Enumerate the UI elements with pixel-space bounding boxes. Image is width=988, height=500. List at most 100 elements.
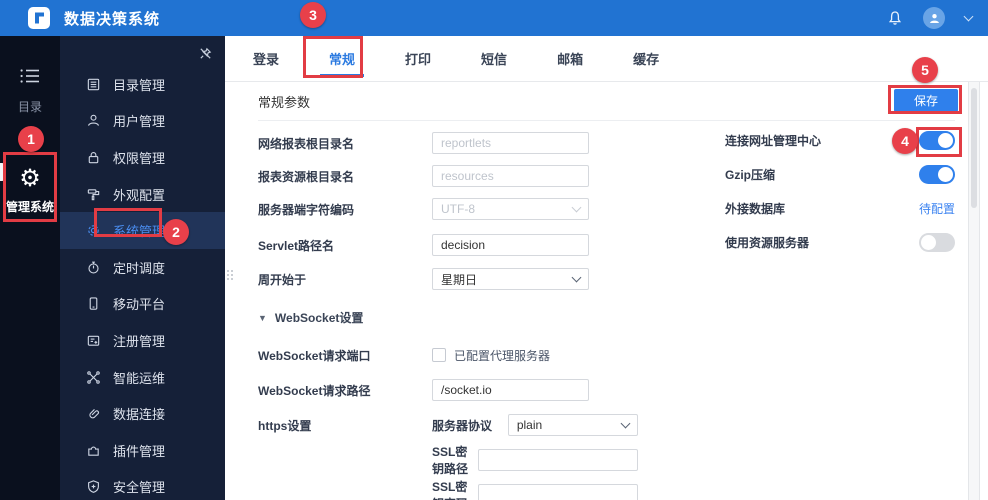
form-row-https-protocol: https设置 服务器协议 plain: [258, 414, 638, 436]
sidebar-pin-row: [60, 36, 225, 66]
websocket-path-input[interactable]: [432, 379, 589, 401]
sidebar-item-intelligent-ops[interactable]: 智能运维: [60, 359, 225, 396]
field-label: SSL密钥密码: [432, 480, 468, 500]
app-title: 数据决策系统: [64, 10, 161, 28]
chevron-down-icon: [571, 272, 582, 282]
scrollbar-thumb[interactable]: [971, 88, 977, 208]
ssl-key-password-input[interactable]: [478, 484, 638, 500]
form-row-week-start: 周开始于 星期日: [258, 268, 638, 290]
sidebar-item-label: 智能运维: [113, 370, 166, 386]
main-content: 登录 常规 打印 短信 邮箱 缓存 常规参数 保存 网络报表根目录名 报表资源根…: [225, 36, 988, 500]
form-row-root-directory: 网络报表根目录名: [258, 132, 638, 154]
tab-login[interactable]: 登录: [250, 36, 282, 81]
ssl-key-path-input[interactable]: [478, 449, 638, 471]
directory-list-icon[interactable]: [20, 68, 40, 84]
server-protocol-select[interactable]: plain: [507, 414, 638, 436]
proxy-configured-label: 已配置代理服务器: [454, 348, 551, 363]
field-label: WebSocket请求端口: [258, 348, 371, 363]
external-db-configure-link[interactable]: 待配置: [919, 200, 955, 217]
field-label: 报表资源根目录名: [258, 169, 355, 184]
annotation-step-3: 3: [300, 2, 326, 28]
sidebar-item-permissions[interactable]: 权限管理: [60, 139, 225, 176]
form-row-charset: 服务器端字符编码 UTF-8: [258, 198, 638, 220]
websocket-section-label: WebSocket设置: [274, 311, 364, 325]
rail-admin-item[interactable]: ⚙ 管理系统: [0, 156, 60, 215]
gzip-toggle[interactable]: [919, 164, 955, 184]
field-label: 网络报表根目录名: [258, 136, 355, 151]
divider: [258, 120, 955, 121]
mobile-icon: [89, 297, 98, 311]
form-row-gzip: Gzip压缩: [725, 164, 955, 184]
tab-cache[interactable]: 缓存: [630, 36, 662, 81]
sidebar-item-label: 权限管理: [113, 150, 166, 166]
sidebar-item-scheduler[interactable]: 定时调度: [60, 249, 225, 286]
sidebar-item-system[interactable]: 系统管理: [60, 212, 225, 249]
user-avatar[interactable]: [923, 7, 945, 29]
servlet-path-input[interactable]: [432, 234, 589, 256]
plugin-icon: [88, 446, 99, 456]
rail-admin-label: 管理系统: [5, 200, 54, 214]
sidebar-item-users[interactable]: 用户管理: [60, 103, 225, 140]
form-row-websocket-port: WebSocket请求端口 已配置代理服务器: [258, 344, 638, 366]
sidebar-item-appearance[interactable]: 外观配置: [60, 176, 225, 213]
gear-icon: ⚙: [19, 165, 41, 192]
sidebar-item-catalog[interactable]: 目录管理: [60, 66, 225, 103]
tab-email[interactable]: 邮箱: [554, 36, 586, 81]
sidebar-item-security[interactable]: 安全管理: [60, 469, 225, 500]
form-row-external-db: 外接数据库 待配置: [725, 198, 955, 218]
sidebar-item-data-connection[interactable]: 数据连接: [60, 395, 225, 432]
app-logo-icon: [28, 7, 50, 29]
catalog-icon: [87, 78, 100, 91]
user-menu-chevron-icon[interactable]: [963, 11, 974, 22]
field-label: 使用资源服务器: [725, 235, 810, 250]
field-label: 服务器协议: [432, 418, 493, 433]
shield-icon: [88, 480, 99, 494]
tab-sms[interactable]: 短信: [478, 36, 510, 81]
sidebar-item-label: 移动平台: [113, 297, 166, 313]
paint-roller-icon: [87, 188, 100, 200]
tab-general[interactable]: 常规: [320, 36, 365, 81]
sidebar-item-label: 外观配置: [113, 187, 166, 203]
field-label: SSL密钥路径: [432, 445, 469, 476]
vertical-scrollbar[interactable]: [968, 82, 980, 500]
form-row-url-center: 连接网址管理中心: [725, 130, 955, 150]
user-icon: [929, 13, 939, 23]
annotation-step-2: 2: [163, 219, 189, 245]
field-label: Gzip压缩: [725, 167, 775, 182]
proxy-configured-checkbox[interactable]: [432, 348, 446, 362]
ops-icon: [87, 370, 100, 384]
sidebar-item-label: 插件管理: [113, 443, 166, 459]
notification-bell-icon[interactable]: [887, 10, 903, 26]
sidebar-item-plugins[interactable]: 插件管理: [60, 432, 225, 469]
settings-tabbar: 登录 常规 打印 短信 邮箱 缓存: [225, 36, 988, 82]
tab-print[interactable]: 打印: [402, 36, 434, 81]
root-directory-input[interactable]: [432, 132, 589, 154]
url-center-toggle[interactable]: [919, 130, 955, 150]
field-label: Servlet路径名: [258, 238, 335, 253]
top-header: 数据决策系统: [0, 0, 988, 36]
sidebar-item-label: 用户管理: [113, 114, 166, 130]
unpin-icon[interactable]: [198, 46, 213, 61]
charset-select[interactable]: UTF-8: [432, 198, 589, 220]
websocket-section-toggle[interactable]: ▼ WebSocket设置: [258, 309, 363, 326]
rail-directory-label[interactable]: 目录: [0, 98, 60, 115]
lock-icon: [88, 151, 99, 164]
save-button[interactable]: 保存: [894, 89, 958, 112]
resource-server-toggle[interactable]: [919, 232, 955, 252]
field-label: https设置: [258, 418, 312, 433]
form-row-resource-directory: 报表资源根目录名: [258, 165, 638, 187]
sidebar-resize-handle[interactable]: [226, 262, 234, 288]
form-row-websocket-path: WebSocket请求路径: [258, 379, 638, 401]
week-start-select[interactable]: 星期日: [432, 268, 589, 290]
sidebar-item-register[interactable]: 注册管理: [60, 322, 225, 359]
field-label: 服务器端字符编码: [258, 202, 355, 217]
active-tab-underline: [320, 74, 365, 77]
field-label: WebSocket请求路径: [258, 383, 371, 398]
chevron-down-icon: [571, 202, 582, 212]
resource-directory-input[interactable]: [432, 165, 589, 187]
panel-title: 常规参数: [258, 95, 311, 110]
field-label: 外接数据库: [725, 201, 786, 216]
form-row-servlet: Servlet路径名: [258, 234, 638, 256]
admin-sidebar: 目录管理 用户管理 权限管理 外观配置 系统管理 定时调度 移动平台 注册管理 …: [60, 36, 225, 500]
sidebar-item-mobile[interactable]: 移动平台: [60, 286, 225, 323]
